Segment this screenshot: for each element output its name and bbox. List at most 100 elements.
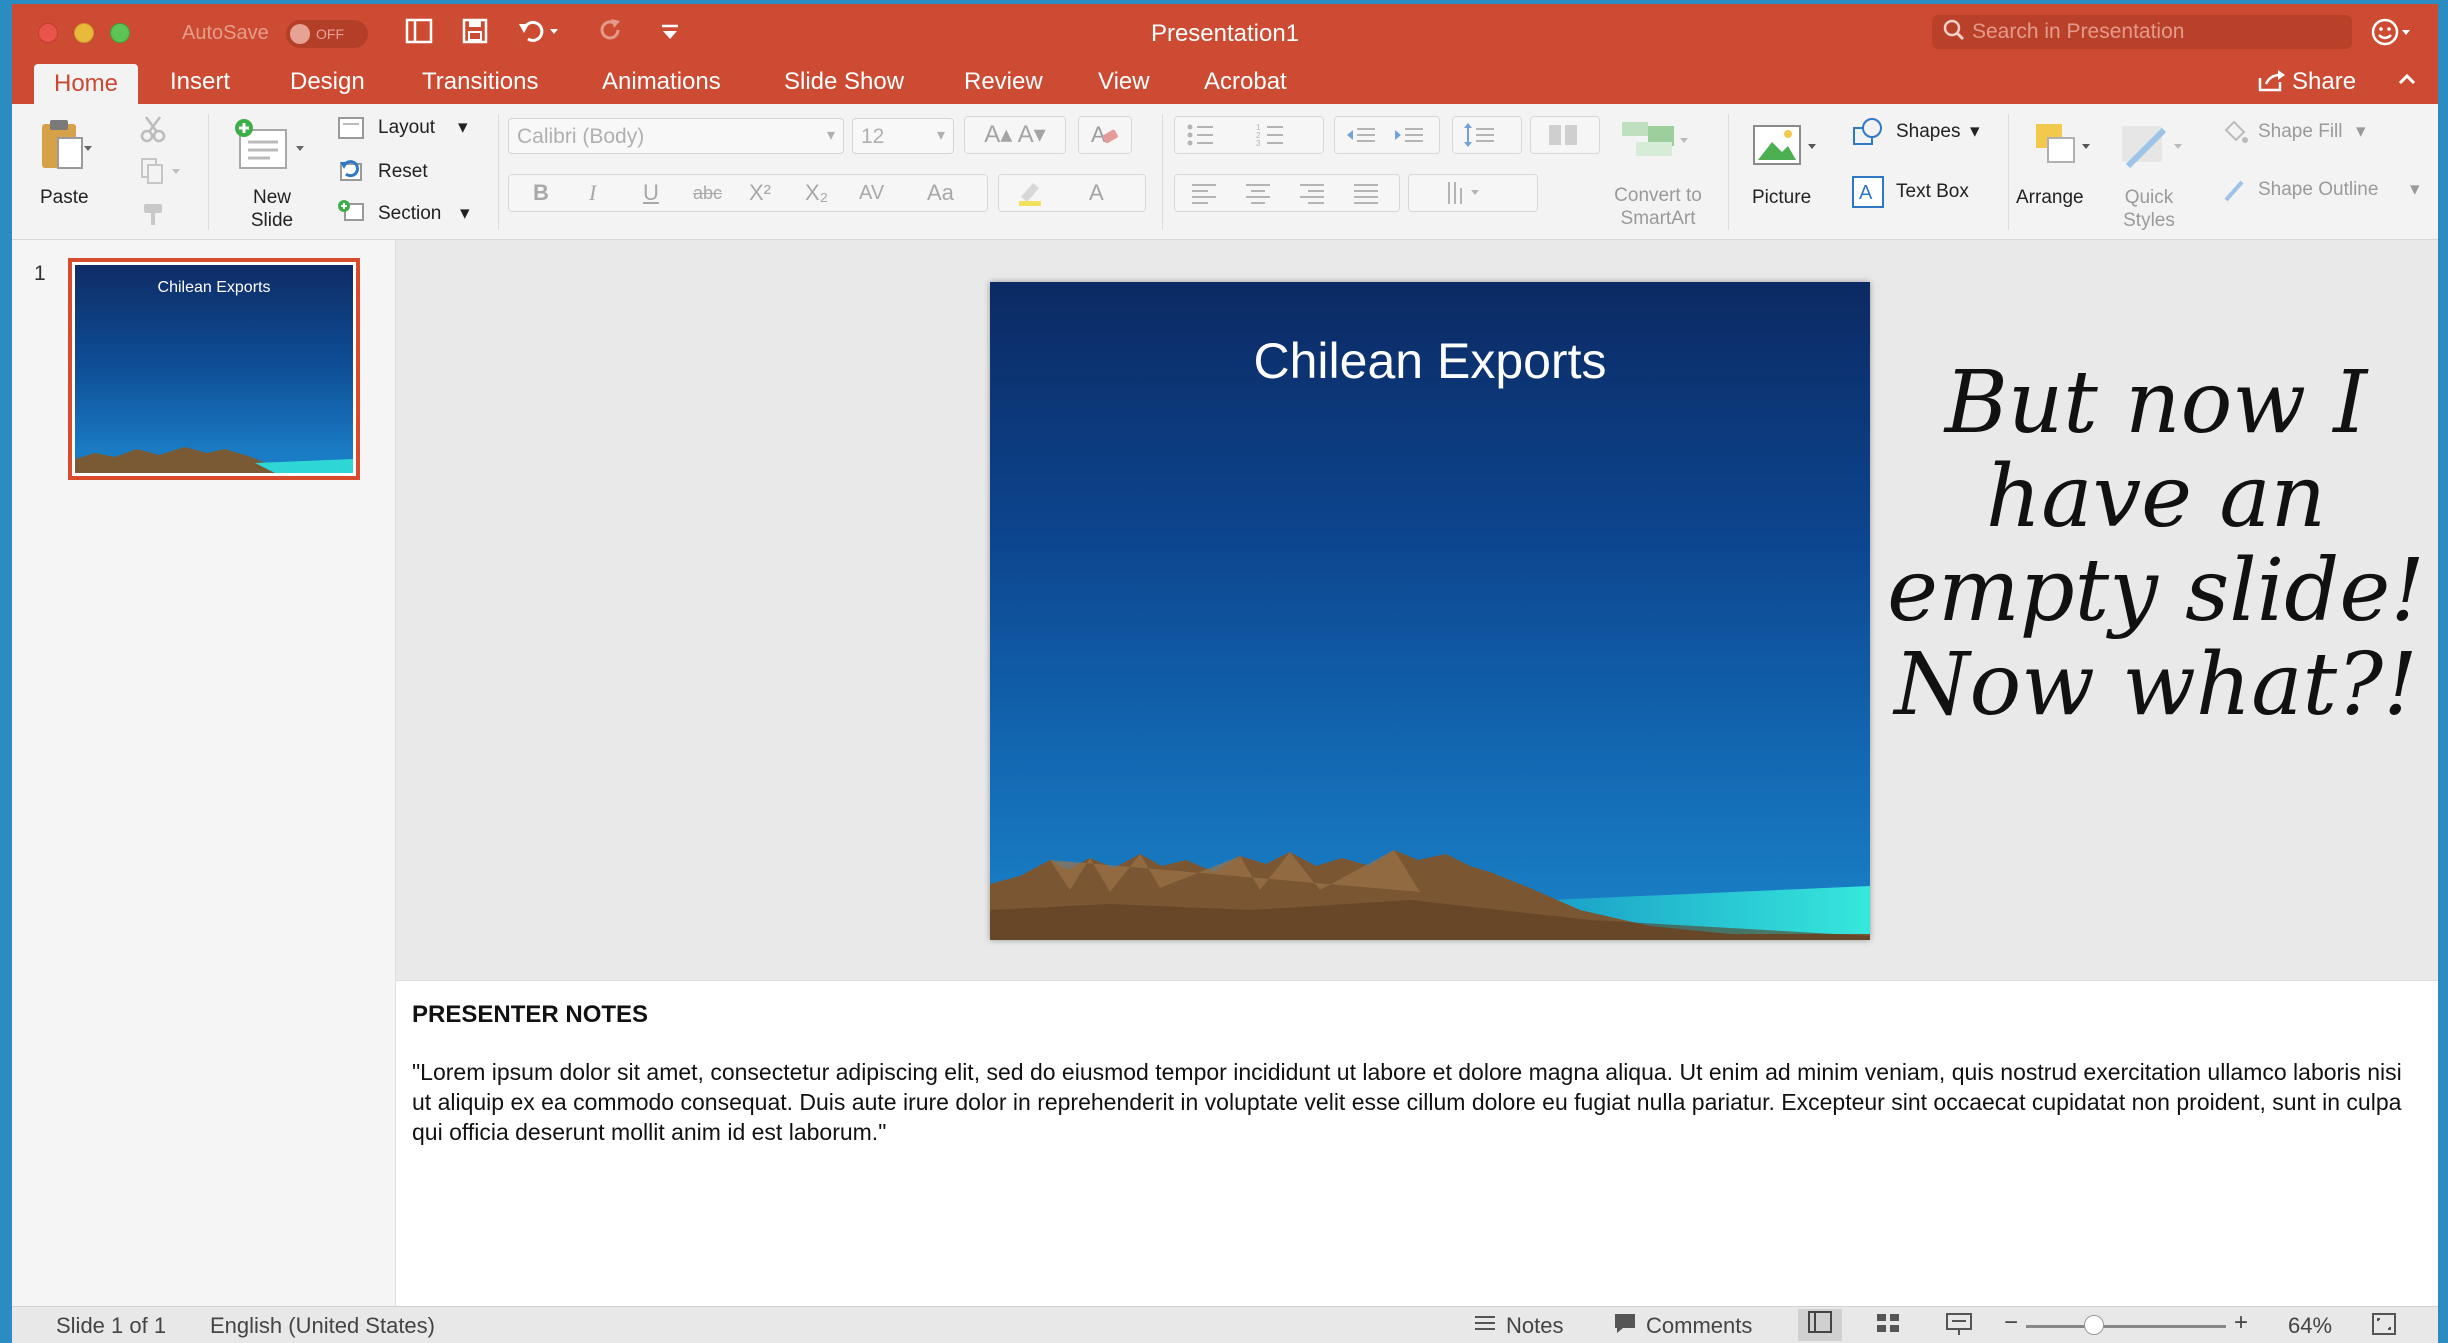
share-button[interactable]: Share <box>2292 68 2356 96</box>
bullets-icon[interactable] <box>1185 121 1243 160</box>
align-center-icon[interactable] <box>1243 180 1273 217</box>
shape-fill-button[interactable]: Shape Fill <box>2258 120 2343 143</box>
feedback-smiley-icon[interactable] <box>2370 16 2414 56</box>
cut-icon[interactable] <box>138 114 168 149</box>
chevron-down-icon: ▾ <box>826 127 835 144</box>
zoom-out-icon[interactable]: − <box>2004 1309 2018 1337</box>
underline-button[interactable]: U <box>643 175 659 211</box>
picture-icon[interactable] <box>1748 116 1828 181</box>
tab-review[interactable]: Review <box>964 68 1043 96</box>
line-spacing-icon[interactable] <box>1452 116 1522 154</box>
bold-button[interactable]: B <box>533 175 549 211</box>
zoom-level[interactable]: 64% <box>2288 1313 2332 1339</box>
align-right-icon[interactable] <box>1297 180 1327 217</box>
superscript-button[interactable]: X² <box>749 175 771 211</box>
thumbnail-mountains <box>75 447 353 473</box>
search-input[interactable] <box>1972 20 2342 44</box>
character-spacing-button[interactable]: AV <box>859 175 884 211</box>
tab-transitions[interactable]: Transitions <box>422 68 538 96</box>
picture-label: Picture <box>1752 187 1812 208</box>
slide-title[interactable]: Chilean Exports <box>990 332 1870 390</box>
numbering-icon[interactable]: 123 <box>1255 121 1313 160</box>
reading-view-icon[interactable] <box>1944 1311 1974 1343</box>
strikethrough-button[interactable]: abc <box>693 175 722 211</box>
shapes-button[interactable]: Shapes <box>1896 120 1960 143</box>
layout-icon[interactable] <box>336 114 366 147</box>
layout-dropdown-icon[interactable]: ▾ <box>458 116 468 139</box>
font-size-dropdown[interactable]: 12 ▾ <box>852 118 954 154</box>
shape-outline-button[interactable]: Shape Outline <box>2258 178 2378 201</box>
columns-icon[interactable] <box>1530 116 1600 154</box>
normal-view-icon[interactable] <box>1798 1309 1842 1341</box>
tab-design[interactable]: Design <box>290 68 365 96</box>
slide-number: 1 <box>34 262 46 285</box>
tab-insert[interactable]: Insert <box>170 68 230 96</box>
slide-canvas[interactable]: Chilean Exports <box>990 282 1870 940</box>
text-direction-icon[interactable] <box>1408 174 1538 212</box>
paste-icon[interactable] <box>34 116 94 181</box>
section-icon[interactable] <box>336 196 366 229</box>
section-button[interactable]: Section <box>378 202 441 225</box>
search-box[interactable] <box>1932 15 2352 49</box>
text-box-icon[interactable]: A <box>1850 174 1886 215</box>
language-indicator[interactable]: English (United States) <box>210 1313 435 1339</box>
highlighter-icon[interactable] <box>1013 175 1047 220</box>
notes-icon[interactable] <box>1472 1311 1498 1341</box>
shape-outline-icon[interactable] <box>2220 176 2250 211</box>
shape-outline-dropdown-icon[interactable]: ▾ <box>2410 178 2420 201</box>
svg-text:3: 3 <box>1256 139 1261 148</box>
share-icon[interactable] <box>2256 68 2286 101</box>
thumbnail-preview: Chilean Exports <box>75 265 353 473</box>
reset-icon[interactable] <box>336 156 366 189</box>
section-dropdown-icon[interactable]: ▾ <box>460 202 470 225</box>
font-color-button[interactable]: A <box>1089 175 1104 211</box>
reset-button[interactable]: Reset <box>378 160 428 183</box>
zoom-slider-handle[interactable] <box>2084 1315 2104 1335</box>
chevron-down-icon: ▾ <box>936 127 945 144</box>
tab-view[interactable]: View <box>1098 68 1150 96</box>
tab-animations[interactable]: Animations <box>602 68 721 96</box>
italic-button[interactable]: I <box>589 175 596 211</box>
shape-fill-dropdown-icon[interactable]: ▾ <box>2356 120 2366 143</box>
notes-text[interactable]: "Lorem ipsum dolor sit amet, consectetur… <box>412 1057 2402 1147</box>
subscript-button[interactable]: X₂ <box>805 175 828 211</box>
highlight-font-color-group: A <box>998 174 1146 212</box>
zoom-slider-track[interactable] <box>2026 1325 2226 1328</box>
smartart-icon[interactable] <box>1618 118 1698 167</box>
collapse-ribbon-icon[interactable] <box>2396 68 2418 97</box>
font-name-dropdown[interactable]: Calibri (Body) ▾ <box>508 118 844 154</box>
quick-styles-icon[interactable] <box>2114 116 2194 181</box>
decrease-font-icon[interactable]: A▾ <box>1018 121 1046 148</box>
shape-fill-icon[interactable] <box>2220 118 2250 153</box>
copy-icon[interactable] <box>138 156 186 191</box>
zoom-in-icon[interactable]: + <box>2234 1309 2248 1337</box>
slide-thumbnail-pane: 1 Chilean Exports <box>12 240 396 1306</box>
clear-formatting-icon[interactable]: A <box>1078 116 1132 154</box>
change-case-button[interactable]: Aa <box>927 175 954 211</box>
slide-editing-area: Chilean Exports But now I have an empty … <box>396 240 2438 980</box>
increase-font-icon[interactable]: A▴ <box>984 121 1012 148</box>
new-slide-icon[interactable] <box>230 116 310 181</box>
notes-button[interactable]: Notes <box>1506 1313 1563 1339</box>
slide-thumbnail[interactable]: Chilean Exports <box>68 258 360 480</box>
ribbon-divider <box>498 114 499 230</box>
tab-home[interactable]: Home <box>34 64 139 104</box>
tab-acrobat[interactable]: Acrobat <box>1204 68 1287 96</box>
arrange-icon[interactable] <box>2024 116 2104 181</box>
text-box-button[interactable]: Text Box <box>1896 180 1969 203</box>
layout-button[interactable]: Layout <box>378 116 435 139</box>
shapes-icon[interactable] <box>1850 116 1886 155</box>
decrease-indent-icon[interactable] <box>1345 121 1381 160</box>
format-painter-icon[interactable] <box>138 198 168 233</box>
fit-to-window-icon[interactable] <box>2370 1311 2398 1343</box>
tab-slide-show[interactable]: Slide Show <box>784 68 904 96</box>
increase-indent-icon[interactable] <box>1393 121 1429 160</box>
slide-sorter-icon[interactable] <box>1874 1311 1902 1341</box>
shapes-dropdown-icon[interactable]: ▾ <box>1970 120 1980 143</box>
justify-icon[interactable] <box>1351 180 1381 217</box>
presenter-notes-pane[interactable]: PRESENTER NOTES "Lorem ipsum dolor sit a… <box>396 980 2438 1306</box>
comments-button[interactable]: Comments <box>1646 1313 1752 1339</box>
ribbon-divider <box>1728 114 1729 230</box>
comments-icon[interactable] <box>1612 1311 1638 1341</box>
align-left-icon[interactable] <box>1189 180 1219 217</box>
